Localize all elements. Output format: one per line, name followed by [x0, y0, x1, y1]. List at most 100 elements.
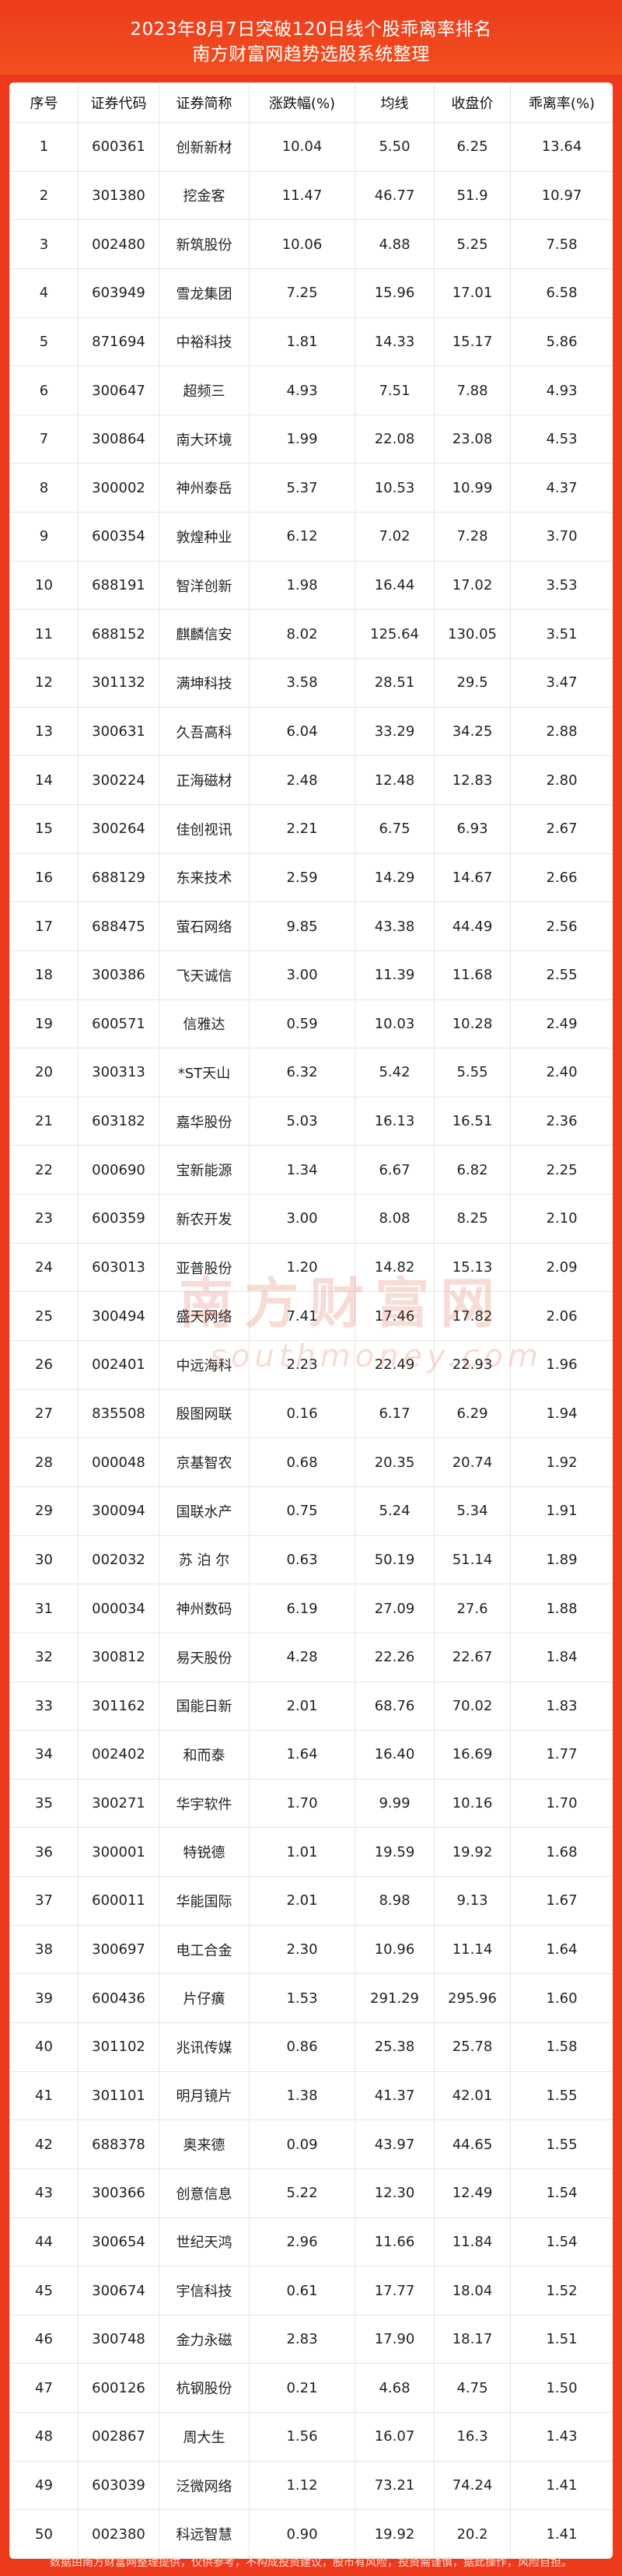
- cell-code: 300864: [78, 414, 159, 464]
- table-row: 12 301132 满坤科技 3.58 28.51 29.5 3.47: [9, 658, 613, 708]
- cell-rank: 34: [9, 1730, 79, 1780]
- cell-rank: 8: [9, 463, 79, 513]
- cell-change: 0.09: [249, 2119, 355, 2169]
- cell-bias: 1.54: [510, 2168, 613, 2218]
- cell-name: 雪龙集团: [159, 268, 250, 318]
- cell-rank: 49: [9, 2460, 79, 2511]
- cell-ma: 68.76: [355, 1681, 435, 1731]
- cell-ma: 73.21: [355, 2460, 435, 2511]
- cell-rank: 14: [9, 755, 79, 805]
- table-row: 37 600011 华能国际 2.01 8.98 9.13 1.67: [9, 1876, 613, 1926]
- cell-close: 70.02: [434, 1681, 511, 1731]
- cell-close: 17.02: [434, 560, 511, 611]
- cell-rank: 10: [9, 560, 79, 611]
- table-row: 9 600354 敦煌种业 6.12 7.02 7.28 3.70: [9, 512, 613, 562]
- cell-code: 835508: [78, 1388, 159, 1439]
- cell-change: 6.04: [249, 706, 355, 757]
- cell-name: 兆讯传媒: [159, 2021, 250, 2072]
- cell-close: 25.78: [434, 2021, 511, 2072]
- table-row: 48 002867 周大生 1.56 16.07 16.3 1.43: [9, 2412, 613, 2462]
- cell-rank: 43: [9, 2168, 79, 2218]
- cell-rank: 24: [9, 1242, 79, 1293]
- cell-change: 1.53: [249, 1973, 355, 2023]
- cell-name: 盛天网络: [159, 1291, 250, 1342]
- column-header-code: 证券代码: [78, 82, 159, 123]
- cell-name: 敦煌种业: [159, 512, 250, 562]
- cell-close: 44.65: [434, 2119, 511, 2169]
- cell-close: 11.68: [434, 950, 511, 1000]
- cell-code: 300002: [78, 463, 159, 513]
- table-row: 18 300386 飞天诚信 3.00 11.39 11.68 2.55: [9, 950, 613, 1000]
- cell-bias: 1.83: [510, 1681, 613, 1731]
- cell-ma: 28.51: [355, 658, 435, 708]
- cell-bias: 6.58: [510, 268, 613, 318]
- cell-change: 10.04: [249, 122, 355, 172]
- cell-change: 5.37: [249, 463, 355, 513]
- cell-change: 9.85: [249, 901, 355, 951]
- table-row: 26 002401 中远海科 2.23 22.49 22.93 1.96: [9, 1340, 613, 1390]
- cell-change: 11.47: [249, 170, 355, 221]
- cell-name: 中远海科: [159, 1340, 250, 1390]
- cell-rank: 2: [9, 170, 79, 221]
- cell-change: 2.96: [249, 2217, 355, 2267]
- cell-ma: 12.30: [355, 2168, 435, 2218]
- cell-name: 奥来德: [159, 2119, 250, 2169]
- table-row: 17 688475 萤石网络 9.85 43.38 44.49 2.56: [9, 901, 613, 951]
- cell-close: 6.29: [434, 1388, 511, 1439]
- cell-close: 27.6: [434, 1584, 511, 1633]
- cell-code: 002032: [78, 1535, 159, 1585]
- cell-rank: 48: [9, 2412, 79, 2462]
- cell-close: 51.14: [434, 1535, 511, 1585]
- cell-ma: 7.02: [355, 512, 435, 562]
- cell-change: 1.64: [249, 1730, 355, 1780]
- cell-bias: 2.25: [510, 1145, 613, 1195]
- table-row: 3 002480 新筑股份 10.06 4.88 5.25 7.58: [9, 219, 613, 269]
- cell-change: 1.98: [249, 560, 355, 611]
- cell-ma: 19.59: [355, 1827, 435, 1878]
- cell-ma: 25.38: [355, 2021, 435, 2072]
- cell-ma: 22.08: [355, 414, 435, 464]
- cell-close: 34.25: [434, 706, 511, 757]
- cell-ma: 22.26: [355, 1632, 435, 1682]
- cell-code: 600126: [78, 2363, 159, 2413]
- cell-close: 11.14: [434, 1924, 511, 1975]
- cell-name: 亚普股份: [159, 1242, 250, 1293]
- cell-close: 16.69: [434, 1730, 511, 1780]
- cell-ma: 6.67: [355, 1145, 435, 1195]
- table-row: 23 600359 新农开发 3.00 8.08 8.25 2.10: [9, 1194, 613, 1244]
- cell-code: 300494: [78, 1291, 159, 1342]
- table-row: 4 603949 雪龙集团 7.25 15.96 17.01 6.58: [9, 268, 613, 318]
- cell-ma: 6.17: [355, 1388, 435, 1439]
- cell-ma: 41.37: [355, 2070, 435, 2121]
- table-row: 33 301162 国能日新 2.01 68.76 70.02 1.83: [9, 1681, 613, 1731]
- cell-bias: 1.84: [510, 1632, 613, 1682]
- cell-close: 10.28: [434, 999, 511, 1049]
- cell-ma: 14.29: [355, 852, 435, 903]
- cell-close: 44.49: [434, 901, 511, 951]
- cell-code: 300654: [78, 2217, 159, 2267]
- cell-name: 飞天诚信: [159, 950, 250, 1000]
- cell-bias: 2.10: [510, 1194, 613, 1244]
- cell-rank: 21: [9, 1096, 79, 1146]
- table-row: 13 300631 久吾高科 6.04 33.29 34.25 2.88: [9, 706, 613, 757]
- cell-bias: 1.70: [510, 1778, 613, 1829]
- table-row: 7 300864 南大环境 1.99 22.08 23.08 4.53: [9, 414, 613, 464]
- cell-change: 7.41: [249, 1291, 355, 1342]
- cell-rank: 35: [9, 1778, 79, 1829]
- cell-close: 22.67: [434, 1632, 511, 1682]
- cell-change: 2.30: [249, 1924, 355, 1975]
- table-row: 6 300647 超频三 4.93 7.51 7.88 4.93: [9, 366, 613, 415]
- cell-close: 15.17: [434, 317, 511, 367]
- cell-rank: 5: [9, 317, 79, 367]
- cell-code: 300631: [78, 706, 159, 757]
- cell-code: 300366: [78, 2168, 159, 2218]
- cell-change: 7.25: [249, 268, 355, 318]
- cell-code: 603039: [78, 2460, 159, 2511]
- cell-close: 19.92: [434, 1827, 511, 1878]
- cell-bias: 1.94: [510, 1388, 613, 1439]
- cell-code: 300748: [78, 2314, 159, 2364]
- cell-close: 18.04: [434, 2266, 511, 2315]
- cell-name: 电工合金: [159, 1924, 250, 1975]
- cell-name: 东来技术: [159, 852, 250, 903]
- cell-name: 特锐德: [159, 1827, 250, 1878]
